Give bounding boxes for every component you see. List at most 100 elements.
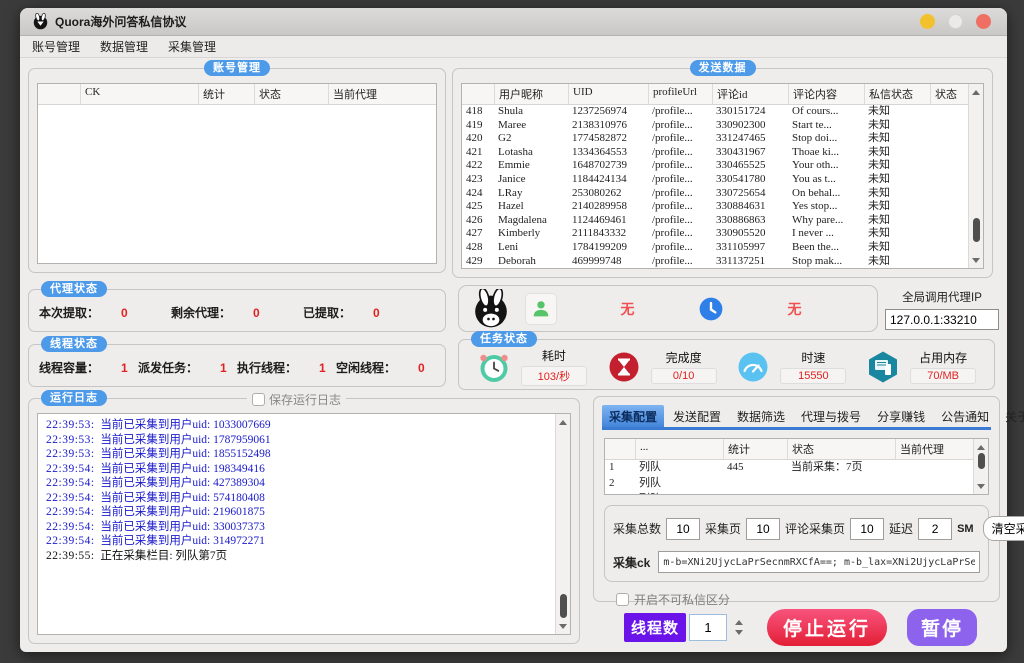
tab-关于软件[interactable]: 关于软件 bbox=[998, 405, 1024, 427]
table-row[interactable]: 426Magdalena1124469461/profile...3308868… bbox=[462, 214, 968, 228]
pause-button[interactable]: 暂停 bbox=[907, 609, 977, 646]
table-row[interactable]: 423Janice1184424134/profile...330541780Y… bbox=[462, 173, 968, 187]
dm-distinguish-checkbox[interactable]: 开启不可私信区分 bbox=[616, 591, 999, 608]
table-cell: 253080262 bbox=[568, 187, 648, 201]
log-time: 22:39:54: bbox=[46, 477, 95, 489]
thread-count-input[interactable] bbox=[689, 614, 727, 641]
table-cell: 331247465 bbox=[712, 132, 788, 146]
tab-公告通知[interactable]: 公告通知 bbox=[934, 405, 996, 427]
queue-table-body: 1列队445当前采集：7页2列队3列队 bbox=[605, 460, 973, 494]
run-log-scrollbar[interactable] bbox=[555, 414, 570, 634]
minimize-button[interactable] bbox=[920, 14, 935, 29]
table-cell: 未知 bbox=[864, 105, 930, 119]
table-cell bbox=[930, 227, 968, 241]
tab-发送配置[interactable]: 发送配置 bbox=[666, 405, 728, 427]
status-value: 0 bbox=[253, 306, 260, 320]
table-row[interactable]: 428Leni1784199209/profile...331105997Bee… bbox=[462, 241, 968, 255]
table-row[interactable]: 2列队 bbox=[605, 476, 973, 492]
table-row[interactable]: 419Maree2138310976/profile...330902300St… bbox=[462, 119, 968, 133]
task-status-values: 耗时103/秒完成度0/10时速15550占用内存70/MB bbox=[459, 340, 994, 389]
account-table-body[interactable] bbox=[38, 105, 436, 263]
scroll-down-icon[interactable] bbox=[974, 480, 988, 492]
status-value: 1 bbox=[220, 361, 227, 375]
table-cell: 未知 bbox=[864, 214, 930, 228]
table-row[interactable]: 422Emmie1648702739/profile...330465525Yo… bbox=[462, 159, 968, 173]
thread-count-stepper[interactable] bbox=[735, 620, 743, 635]
clear-collect-history-button[interactable]: 清空采集历史 bbox=[983, 516, 1024, 541]
global-proxy-ip-input[interactable] bbox=[885, 309, 999, 330]
scroll-up-icon[interactable] bbox=[556, 416, 570, 428]
account-none-value: 无 bbox=[557, 299, 698, 319]
log-message: 当前已采集到用户uid: 574180408 bbox=[95, 492, 265, 504]
dm-distinguish-checkbox-box[interactable] bbox=[616, 593, 629, 606]
table-cell: 1784199209 bbox=[568, 241, 648, 255]
table-cell bbox=[895, 460, 973, 476]
table-row[interactable]: 418Shula1237256974/profile...330151724Of… bbox=[462, 105, 968, 119]
spin-up-icon[interactable] bbox=[735, 620, 743, 625]
status-value: 0 bbox=[373, 306, 380, 320]
save-log-checkbox-box[interactable] bbox=[252, 393, 265, 406]
queue-table-scrollbar[interactable] bbox=[973, 439, 988, 494]
collect-ck-input[interactable] bbox=[658, 551, 980, 573]
table-cell: 列队 bbox=[635, 476, 723, 492]
close-button[interactable] bbox=[976, 14, 991, 29]
table-cell: 未知 bbox=[864, 146, 930, 160]
proxy-status-panel: 代理状态 本次提取：0剩余代理：0已提取：0 bbox=[28, 289, 446, 332]
tab-采集配置[interactable]: 采集配置 bbox=[602, 405, 664, 427]
hourglass-icon bbox=[607, 350, 641, 384]
status-item: 已提取：0 bbox=[303, 304, 435, 321]
queue-table-header: ...统计状态当前代理 bbox=[605, 439, 973, 460]
table-row[interactable]: 3列队 bbox=[605, 492, 973, 494]
table-cell bbox=[930, 119, 968, 133]
table-row[interactable]: 427Kimberly2111843332/profile...33090552… bbox=[462, 227, 968, 241]
column-header: 评论内容 bbox=[788, 84, 864, 104]
delay-input[interactable] bbox=[918, 518, 952, 540]
scroll-down-icon[interactable] bbox=[556, 620, 570, 632]
table-cell: 418 bbox=[462, 105, 494, 119]
table-row[interactable]: 429Deborah469999748/profile...331137251S… bbox=[462, 255, 968, 268]
menu-item-account-management[interactable]: 账号管理 bbox=[32, 38, 80, 55]
comment-pages-input[interactable] bbox=[850, 518, 884, 540]
table-row[interactable]: 420G21774582872/profile...331247465Stop … bbox=[462, 132, 968, 146]
status-label: 剩余代理： bbox=[171, 304, 231, 321]
send-table-scrollbar[interactable] bbox=[968, 84, 983, 268]
table-cell: Leni bbox=[494, 241, 568, 255]
table-cell: 421 bbox=[462, 146, 494, 160]
table-row[interactable]: 1列队445当前采集：7页 bbox=[605, 460, 973, 476]
table-cell: 330886863 bbox=[712, 214, 788, 228]
table-cell: 330541780 bbox=[712, 173, 788, 187]
scroll-up-icon[interactable] bbox=[969, 86, 983, 98]
spin-down-icon[interactable] bbox=[735, 630, 743, 635]
collect-pages-input[interactable] bbox=[746, 518, 780, 540]
scrollbar-thumb[interactable] bbox=[978, 453, 985, 469]
save-log-checkbox[interactable]: 保存运行日志 bbox=[247, 391, 346, 408]
table-row[interactable]: 421Lotasha1334364553/profile...330431967… bbox=[462, 146, 968, 160]
table-row[interactable]: 424LRay253080262/profile...330725654On b… bbox=[462, 187, 968, 201]
table-cell: 428 bbox=[462, 241, 494, 255]
collect-total-input[interactable] bbox=[666, 518, 700, 540]
stop-run-button[interactable]: 停止运行 bbox=[767, 609, 887, 646]
scroll-down-icon[interactable] bbox=[969, 254, 983, 266]
task-stat-value: 0/10 bbox=[651, 368, 717, 384]
table-cell: Kimberly bbox=[494, 227, 568, 241]
maximize-button[interactable] bbox=[948, 14, 963, 29]
log-line: 22:39:54: 当前已采集到用户uid: 330037373 bbox=[46, 520, 553, 535]
tab-分享赚钱[interactable]: 分享赚钱 bbox=[870, 405, 932, 427]
table-cell: 1334364553 bbox=[568, 146, 648, 160]
menu-item-data-management[interactable]: 数据管理 bbox=[100, 38, 148, 55]
table-cell: /profile... bbox=[648, 187, 712, 201]
table-row[interactable]: 425Hazel2140289958/profile...330884631Ye… bbox=[462, 200, 968, 214]
scroll-up-icon[interactable] bbox=[974, 441, 988, 453]
log-time: 22:39:53: bbox=[46, 419, 95, 431]
menu-item-collect-management[interactable]: 采集管理 bbox=[168, 38, 216, 55]
tab-数据筛选[interactable]: 数据筛选 bbox=[730, 405, 792, 427]
save-log-checkbox-label: 保存运行日志 bbox=[269, 391, 341, 408]
scrollbar-thumb[interactable] bbox=[560, 594, 567, 618]
table-cell: 429 bbox=[462, 255, 494, 268]
collect-fields-row: 采集总数采集页评论采集页延迟SM清空采集历史 bbox=[613, 516, 980, 541]
column-header: 状态 bbox=[254, 84, 328, 104]
tab-代理与拨号[interactable]: 代理与拨号 bbox=[794, 405, 868, 427]
scrollbar-thumb[interactable] bbox=[973, 218, 980, 242]
task-stat-text: 耗时103/秒 bbox=[521, 347, 587, 386]
table-cell: 1648702739 bbox=[568, 159, 648, 173]
